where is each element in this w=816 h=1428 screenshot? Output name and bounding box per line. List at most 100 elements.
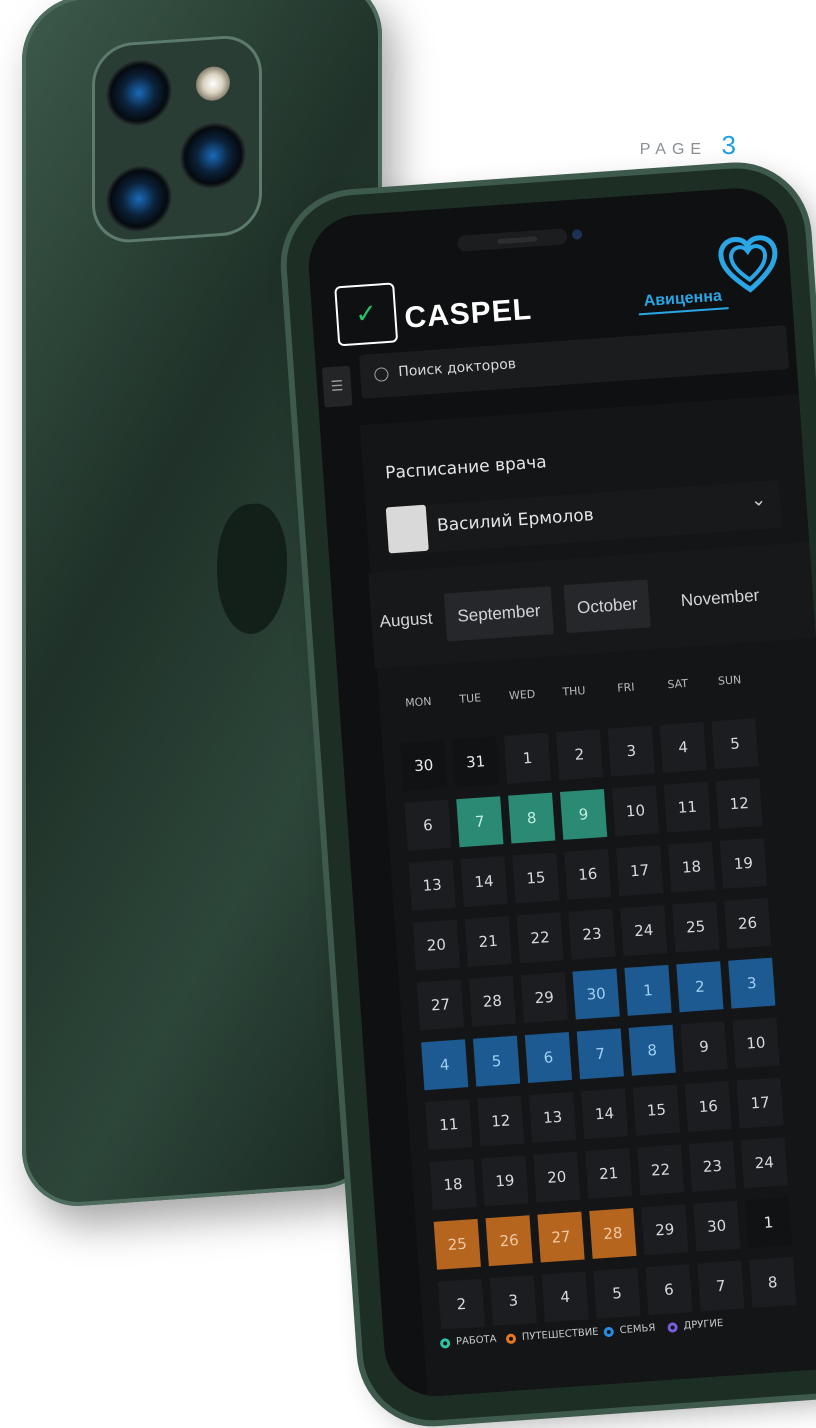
- calendar-day[interactable]: 7: [576, 1028, 624, 1080]
- calendar-day[interactable]: 5: [593, 1267, 641, 1319]
- calendar-day[interactable]: 15: [512, 852, 560, 904]
- month-november[interactable]: November: [667, 571, 773, 626]
- calendar-day[interactable]: 3: [489, 1275, 537, 1327]
- calendar-day[interactable]: 12: [715, 778, 763, 830]
- calendar-day[interactable]: 18: [667, 841, 716, 893]
- calendar-day[interactable]: 6: [645, 1264, 693, 1316]
- calendar-day[interactable]: 21: [585, 1148, 633, 1200]
- month-september[interactable]: September: [443, 586, 555, 642]
- calendar-day[interactable]: 17: [616, 845, 664, 897]
- calendar-day[interactable]: 7: [697, 1260, 745, 1312]
- calendar-day[interactable]: 16: [564, 848, 612, 900]
- calendar-day[interactable]: 11: [425, 1099, 473, 1151]
- calendar-day[interactable]: 8: [749, 1256, 797, 1308]
- calendar-day[interactable]: 1: [744, 1197, 793, 1249]
- calendar-day[interactable]: 28: [589, 1207, 637, 1259]
- calendar-day[interactable]: 8: [628, 1024, 676, 1076]
- calendar-day[interactable]: 31: [452, 736, 500, 788]
- calendar-day[interactable]: 6: [404, 799, 452, 851]
- calendar-day[interactable]: 11: [663, 781, 711, 833]
- legend-dot-icon: [439, 1337, 451, 1349]
- calendar-day[interactable]: 12: [477, 1095, 525, 1147]
- calendar-day[interactable]: 10: [732, 1017, 780, 1069]
- calendar-day[interactable]: 23: [568, 908, 616, 960]
- calendar-day[interactable]: 20: [412, 919, 460, 971]
- calendar-day[interactable]: 17: [736, 1077, 784, 1129]
- camera-lens-icon: [106, 163, 172, 235]
- calendar-day[interactable]: 4: [541, 1271, 589, 1323]
- calendar-day[interactable]: 19: [719, 837, 768, 889]
- legend-label: РАБОТА: [455, 1333, 497, 1348]
- month-selector: August September October November: [368, 542, 816, 669]
- calendar-day[interactable]: 21: [464, 915, 512, 967]
- calendar-day[interactable]: 25: [433, 1218, 481, 1270]
- legend-dot-icon: [667, 1321, 678, 1333]
- calendar-day[interactable]: 2: [437, 1278, 486, 1330]
- calendar-day[interactable]: 5: [472, 1035, 521, 1087]
- apple-logo-icon: [217, 501, 287, 637]
- weekday-sun: SUN: [717, 673, 742, 688]
- partner-name: Авиценна: [637, 287, 729, 316]
- calendar-day[interactable]: 18: [429, 1158, 477, 1210]
- calendar-day[interactable]: 10: [611, 785, 660, 837]
- calendar-day[interactable]: 5: [711, 718, 759, 770]
- calendar-day[interactable]: 29: [520, 972, 568, 1024]
- calendar-day[interactable]: 1: [503, 732, 552, 784]
- doctor-select[interactable]: Василий Ермолов ⌄: [385, 480, 783, 556]
- calendar-grid: 30 31 1 2 3 4 5 6 7 8 9 10 11 12 13 14 15 16 17 18 19 20 21 22 2…: [396, 715, 801, 1330]
- chevron-down-icon: ⌄: [750, 488, 767, 511]
- search-input[interactable]: Поиск докторов: [398, 356, 517, 380]
- calendar-day[interactable]: 26: [723, 897, 772, 949]
- calendar-day[interactable]: 20: [533, 1151, 581, 1203]
- calendar-day[interactable]: 9: [680, 1021, 728, 1073]
- legend-dot-icon: [505, 1332, 517, 1344]
- calendar-day[interactable]: 3: [728, 957, 776, 1009]
- calendar-day[interactable]: 30: [572, 968, 620, 1020]
- calendar-day[interactable]: 16: [684, 1080, 732, 1132]
- calendar-day[interactable]: 24: [620, 905, 668, 957]
- calendar-day[interactable]: 28: [468, 975, 517, 1027]
- calendar-day[interactable]: 4: [421, 1039, 469, 1091]
- calendar-day[interactable]: 9: [559, 788, 608, 840]
- calendar-day[interactable]: 14: [580, 1088, 629, 1140]
- calendar-day[interactable]: 13: [529, 1091, 577, 1143]
- calendar-day[interactable]: 24: [740, 1137, 788, 1189]
- weekday-fri: FRI: [616, 680, 635, 695]
- legend-label: ПУТЕШЕСТВИЕ: [521, 1326, 599, 1344]
- weekday-thu: THU: [562, 684, 586, 699]
- weekday-sat: SAT: [667, 676, 689, 692]
- calendar-day[interactable]: 13: [408, 859, 456, 911]
- calendar-day[interactable]: 7: [456, 796, 504, 848]
- calendar-day[interactable]: 30: [693, 1200, 741, 1252]
- calendar-day[interactable]: 1: [624, 964, 672, 1016]
- schedule-card: Расписание врача Василий Ермолов ⌄ Augus…: [359, 394, 816, 1397]
- calendar-day[interactable]: 25: [672, 901, 720, 953]
- legend-item: ПУТЕШЕСТВИЕ: [505, 1326, 599, 1344]
- calendar-day[interactable]: 4: [659, 721, 707, 773]
- calendar-day[interactable]: 14: [460, 856, 508, 908]
- calendar-day[interactable]: 27: [537, 1211, 585, 1263]
- sliders-icon: ☰: [330, 378, 344, 396]
- calendar-day[interactable]: 27: [416, 979, 465, 1031]
- calendar-day[interactable]: 29: [641, 1204, 689, 1256]
- page-number: 3: [721, 130, 736, 160]
- calendar-day[interactable]: 2: [555, 729, 604, 781]
- calendar-day[interactable]: 3: [607, 725, 655, 777]
- legend-label: СЕМЬЯ: [619, 1322, 656, 1337]
- weekday-mon: MON: [404, 694, 432, 710]
- calendar-day[interactable]: 6: [524, 1032, 573, 1083]
- calendar-day[interactable]: 2: [676, 961, 724, 1013]
- calendar-day[interactable]: 30: [400, 740, 448, 791]
- month-october[interactable]: October: [563, 579, 652, 634]
- calendar-day[interactable]: 26: [485, 1215, 533, 1267]
- calendar-day[interactable]: 15: [632, 1084, 681, 1136]
- camera-module: [92, 33, 262, 246]
- month-august[interactable]: August: [366, 594, 446, 647]
- calendar-day[interactable]: 22: [516, 912, 564, 964]
- calendar-day[interactable]: 23: [688, 1140, 737, 1192]
- calendar-day[interactable]: 22: [636, 1144, 685, 1196]
- filter-button[interactable]: ☰: [321, 365, 353, 408]
- calendar-day[interactable]: 19: [481, 1155, 529, 1207]
- calendar-day[interactable]: 8: [508, 792, 556, 844]
- weekday-header: MON TUE WED THU FRI SAT SUN: [393, 669, 799, 717]
